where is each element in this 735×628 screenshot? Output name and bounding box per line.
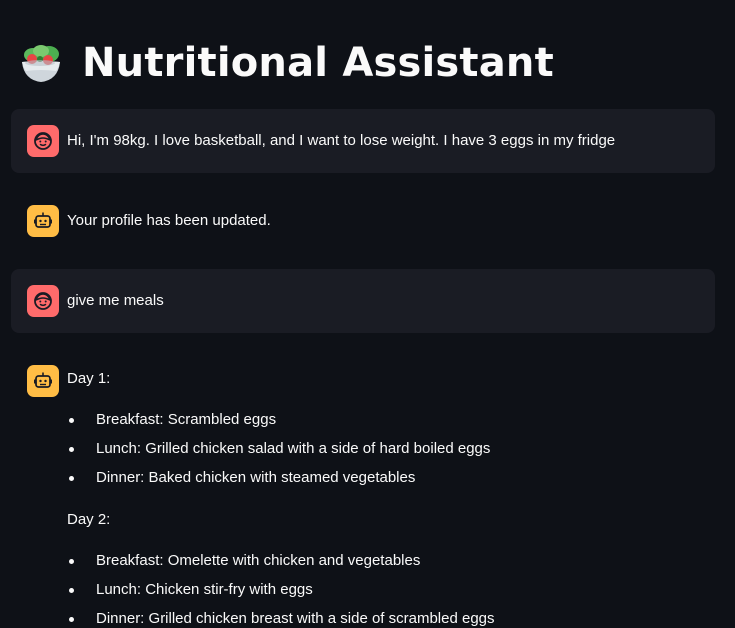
- bullet-icon: [69, 559, 74, 564]
- robot-icon: [34, 212, 52, 228]
- day-heading: Day 2:: [67, 511, 111, 528]
- message-text: Your profile has been updated.: [67, 212, 271, 229]
- chat-message-user: Hi, I'm 98kg. I love basketball, and I w…: [11, 109, 715, 173]
- robot-icon: [34, 372, 52, 388]
- meal-text: Lunch: Chicken stir-fry with eggs: [96, 581, 313, 598]
- chat-message-assistant: Your profile has been updated.: [11, 189, 715, 253]
- meal-text: Dinner: Baked chicken with steamed veget…: [96, 469, 416, 486]
- user-face-icon: [34, 132, 52, 150]
- meal-text: Lunch: Grilled chicken salad with a side…: [96, 440, 491, 457]
- meal-text: Dinner: Grilled chicken breast with a si…: [96, 610, 495, 627]
- bullet-icon: [69, 588, 74, 593]
- list-item: Dinner: Grilled chicken breast with a si…: [67, 609, 495, 628]
- bullet-icon: [69, 447, 74, 452]
- bullet-icon: [69, 476, 74, 481]
- message-text: Hi, I'm 98kg. I love basketball, and I w…: [67, 132, 616, 149]
- list-item: Dinner: Baked chicken with steamed veget…: [67, 468, 490, 497]
- user-avatar: [27, 125, 59, 157]
- chat-message-assistant: Day 1: Breakfast: Scrambled eggs Lunch: …: [11, 349, 715, 628]
- bullet-icon: [69, 418, 74, 423]
- meal-text: Breakfast: Scrambled eggs: [96, 411, 277, 428]
- assistant-avatar: [27, 205, 59, 237]
- list-item: Breakfast: Omelette with chicken and veg…: [67, 551, 495, 580]
- chat-message-user: give me meals: [11, 269, 715, 333]
- list-item: Breakfast: Scrambled eggs: [67, 410, 490, 439]
- list-item: Lunch: Chicken stir-fry with eggs: [67, 580, 495, 609]
- user-face-icon: [34, 292, 52, 310]
- chat-app: Nutritional Assistant Hi, I'm 98kg. I lo…: [0, 0, 735, 628]
- page-header: Nutritional Assistant: [18, 40, 554, 86]
- salad-icon: [18, 40, 64, 86]
- assistant-avatar: [27, 365, 59, 397]
- page-title: Nutritional Assistant: [82, 40, 554, 86]
- bullet-icon: [69, 617, 74, 622]
- meal-text: Breakfast: Omelette with chicken and veg…: [96, 552, 421, 569]
- list-item: Lunch: Grilled chicken salad with a side…: [67, 439, 490, 468]
- message-text: give me meals: [67, 292, 164, 309]
- day-heading: Day 1:: [67, 370, 111, 387]
- meal-list: Breakfast: Omelette with chicken and veg…: [67, 551, 495, 628]
- meal-list: Breakfast: Scrambled eggs Lunch: Grilled…: [67, 410, 490, 497]
- user-avatar: [27, 285, 59, 317]
